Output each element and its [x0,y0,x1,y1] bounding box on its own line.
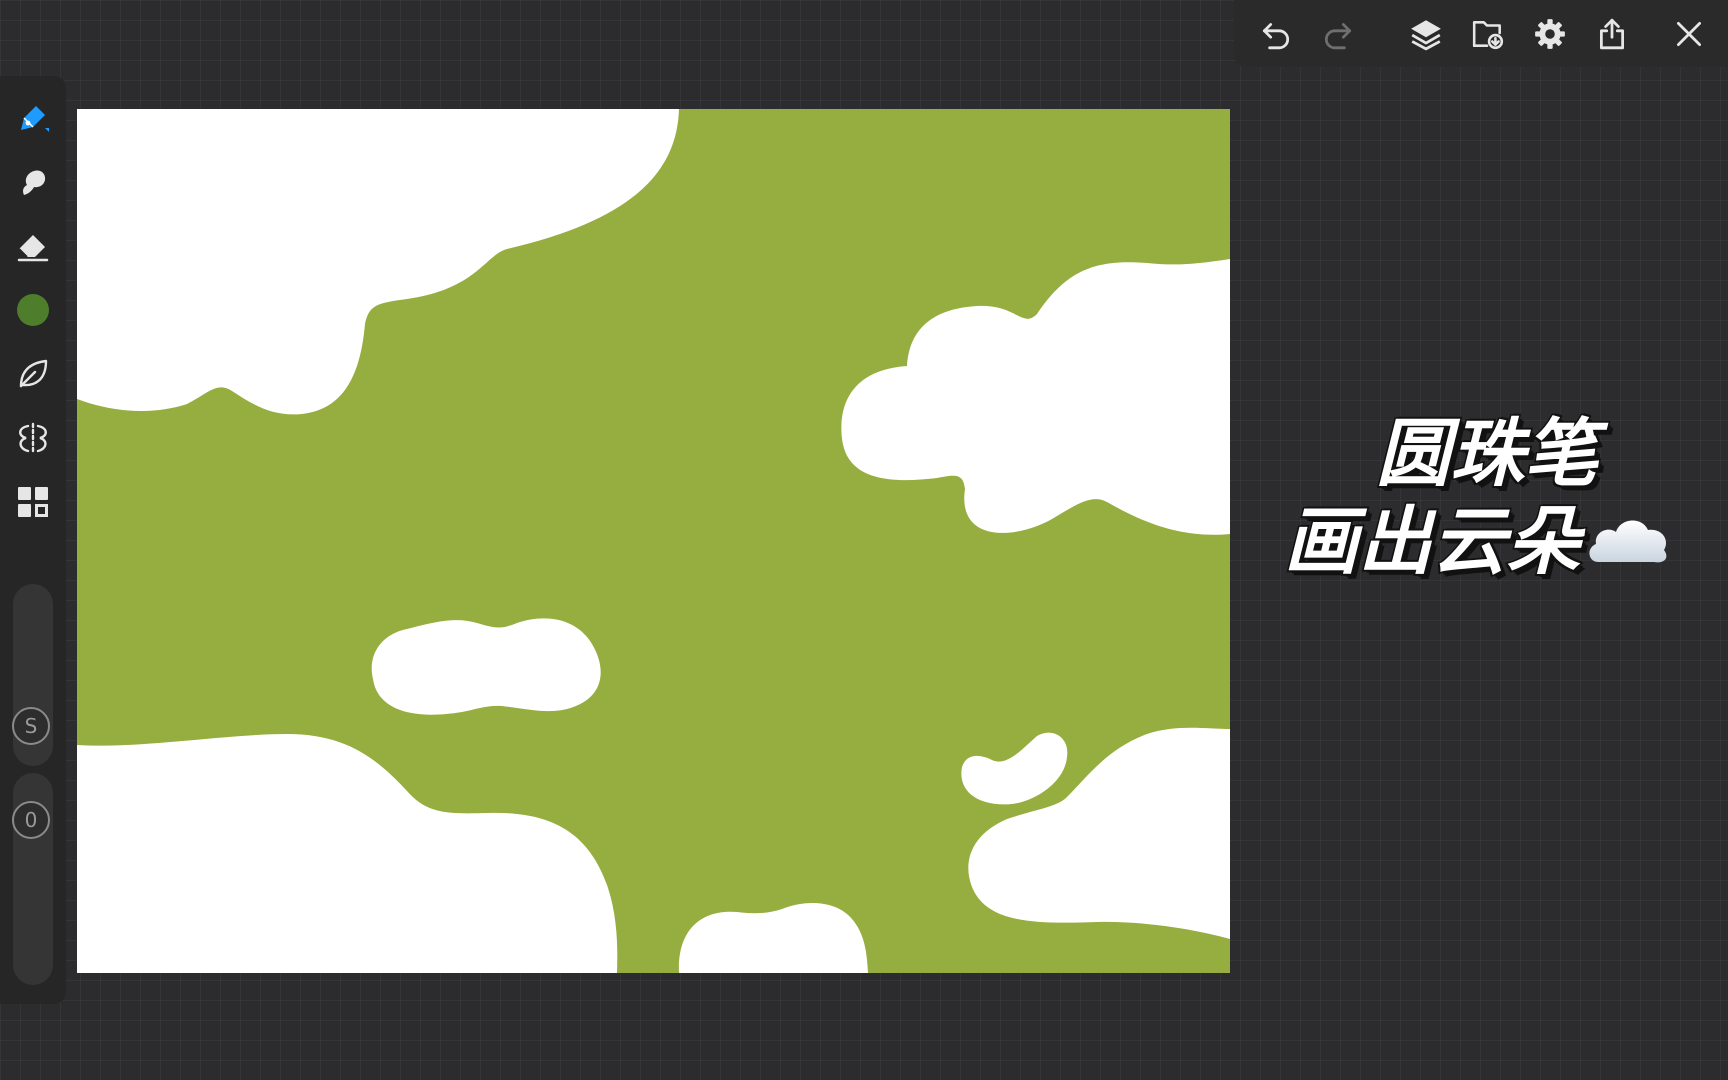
caption-line-1: 圆珠笔 [1375,410,1600,499]
settings-button[interactable] [1530,14,1570,54]
cloud-bottom-right [968,727,1230,939]
close-icon [1676,21,1702,47]
canvas-artwork [77,109,1230,973]
smudge-tool[interactable] [11,160,55,204]
caption: 圆珠笔 画出云朵 [1283,410,1704,587]
grid-tool[interactable] [11,480,55,524]
caption-line-2-text: 画出云朵 [1283,498,1582,587]
eraser-tool[interactable] [11,224,55,268]
brush-size-knob[interactable]: S [12,707,50,745]
left-sidebar: S 0 [0,76,66,1004]
eraser-icon [17,235,49,262]
symmetry-icon [19,422,47,454]
export-button[interactable] [1592,14,1632,54]
top-toolbar [1234,0,1728,67]
layers-button[interactable] [1406,14,1446,54]
cloud-bottom-middle [678,903,868,973]
pen-icon [21,106,49,132]
opacity-slider-label: 0 [24,808,38,832]
leaf-icon [19,359,48,388]
gear-icon [1535,19,1565,49]
smudge-icon [23,170,46,195]
color-picker[interactable] [11,288,55,332]
redo-icon [1325,23,1352,50]
cloud-small-blob [961,732,1068,805]
pen-tool[interactable] [11,96,55,140]
drawing-canvas[interactable] [77,109,1230,973]
import-button[interactable] [1468,14,1508,54]
symmetry-tool[interactable] [11,416,55,460]
drawing-app: S 0 圆珠笔 画出云朵 [0,0,1728,1080]
layers-icon [1411,20,1441,51]
cloud-right [841,259,1230,535]
import-icon [1472,21,1504,50]
opacity-knob[interactable]: 0 [12,801,50,839]
cloud-middle [371,618,601,715]
cloud-top-left [77,109,679,415]
redo-button[interactable] [1318,14,1358,54]
cloud-bottom-left [77,734,618,973]
lasso-tool[interactable] [11,352,55,396]
cloud-emoji [1589,520,1667,563]
caption-line-2: 画出云朵 [1283,498,1704,587]
undo-button[interactable] [1256,14,1296,54]
undo-icon [1262,23,1289,50]
size-slider-label: S [24,714,38,738]
color-swatch [17,294,49,326]
grid-icon [18,487,48,517]
share-icon [1599,18,1625,50]
close-button[interactable] [1669,14,1709,54]
